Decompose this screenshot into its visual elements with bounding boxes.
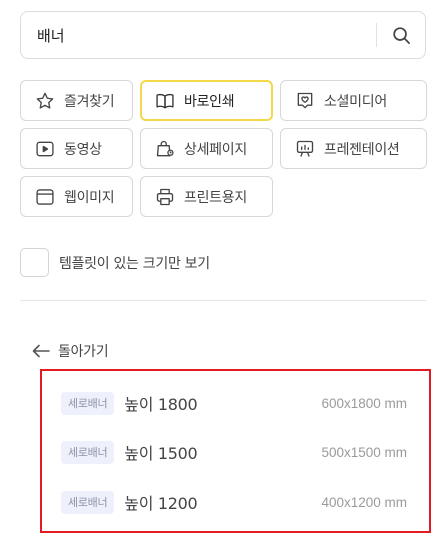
back-label: 돌아가기 bbox=[58, 344, 109, 360]
printer-icon bbox=[154, 186, 175, 207]
category-quick-print[interactable]: 바로인쇄 bbox=[140, 80, 273, 121]
category-label: 프레젠테이션 bbox=[324, 141, 400, 158]
star-icon bbox=[34, 90, 55, 111]
search-bar bbox=[20, 11, 426, 59]
search-icon bbox=[392, 26, 410, 44]
back-button[interactable]: 돌아가기 bbox=[32, 341, 109, 361]
search-button[interactable] bbox=[377, 12, 425, 58]
size-dimensions: 400x1200 mm bbox=[321, 494, 407, 510]
arrow-left-icon bbox=[32, 344, 50, 358]
category-print-paper[interactable]: 프린트용지 bbox=[140, 176, 273, 217]
heart-pin-icon bbox=[294, 90, 315, 111]
size-option[interactable]: 세로배너 높이 1500 500x1500 mm bbox=[61, 437, 407, 467]
category-favorites[interactable]: 즐겨찾기 bbox=[20, 80, 133, 121]
size-title: 높이 1500 bbox=[124, 444, 198, 463]
template-filter: 템플릿이 있는 크기만 보기 bbox=[20, 248, 210, 277]
category-label: 웹이미지 bbox=[64, 189, 115, 206]
category-badge: 세로배너 bbox=[61, 391, 115, 415]
search-input[interactable] bbox=[21, 12, 376, 58]
category-badge: 세로배너 bbox=[61, 490, 115, 514]
category-label: 동영상 bbox=[64, 141, 102, 158]
template-only-checkbox[interactable] bbox=[20, 248, 49, 277]
category-label: 상세페이지 bbox=[184, 141, 247, 158]
play-icon bbox=[34, 138, 55, 159]
category-video[interactable]: 동영상 bbox=[20, 128, 133, 169]
category-label: 바로인쇄 bbox=[184, 93, 235, 110]
category-label: 프린트용지 bbox=[184, 189, 247, 206]
book-open-icon bbox=[154, 90, 175, 111]
divider bbox=[20, 300, 426, 301]
shopping-bag-icon bbox=[154, 138, 175, 159]
category-presentation[interactable]: 프레젠테이션 bbox=[280, 128, 427, 169]
category-web-image[interactable]: 웹이미지 bbox=[20, 176, 133, 217]
category-badge: 세로배너 bbox=[61, 440, 115, 464]
category-social-media[interactable]: 소셜미디어 bbox=[280, 80, 427, 121]
size-title: 높이 1200 bbox=[124, 494, 198, 513]
size-title: 높이 1800 bbox=[124, 395, 198, 414]
size-dimensions: 500x1500 mm bbox=[321, 444, 407, 460]
size-dimensions: 600x1800 mm bbox=[321, 395, 407, 411]
category-grid: 즐겨찾기 바로인쇄 소셜미디어 동영상 상세페이지 프레젠테이션 웹이미지 프린… bbox=[20, 80, 433, 217]
template-only-label: 템플릿이 있는 크기만 보기 bbox=[59, 255, 210, 272]
category-label: 소셜미디어 bbox=[324, 93, 387, 110]
browser-icon bbox=[34, 186, 55, 207]
size-option[interactable]: 세로배너 높이 1800 600x1800 mm bbox=[61, 388, 407, 418]
presentation-icon bbox=[294, 138, 315, 159]
size-option[interactable]: 세로배너 높이 1200 400x1200 mm bbox=[61, 487, 407, 517]
category-detail-page[interactable]: 상세페이지 bbox=[140, 128, 273, 169]
category-label: 즐겨찾기 bbox=[64, 93, 115, 110]
size-results-list: 세로배너 높이 1800 600x1800 mm 세로배너 높이 1500 50… bbox=[40, 369, 431, 533]
